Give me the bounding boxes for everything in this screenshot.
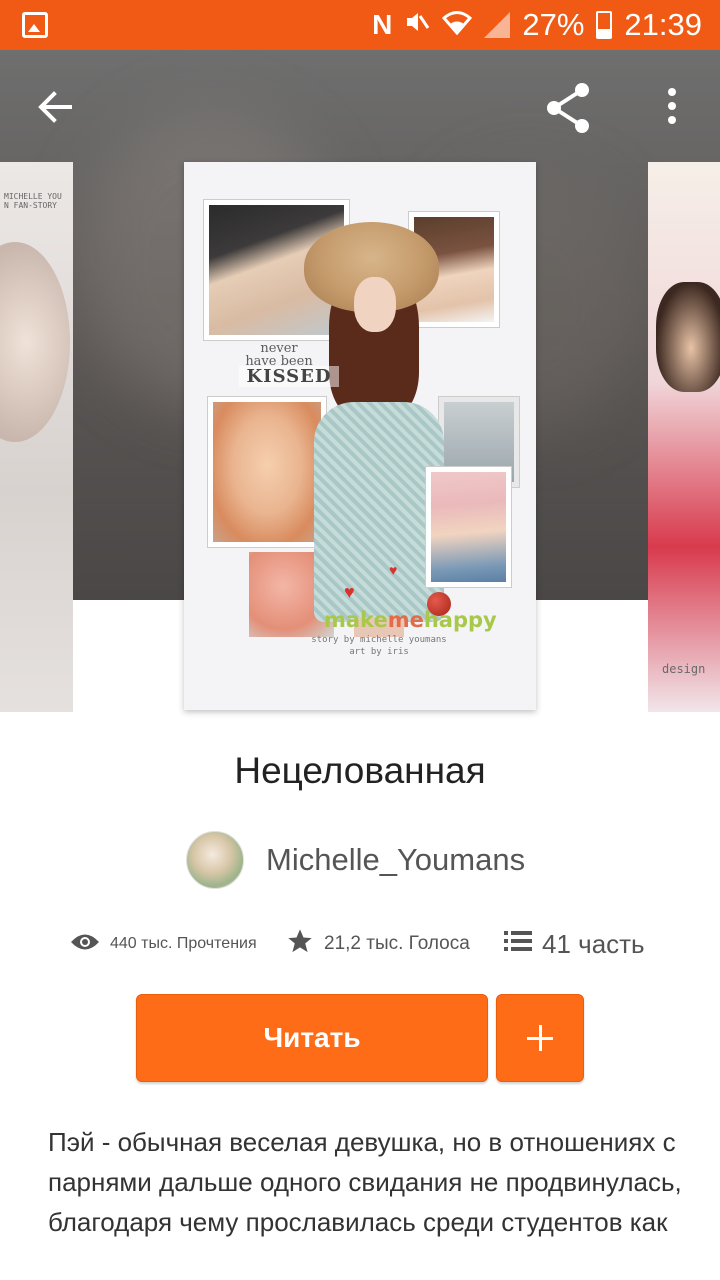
gallery-icon — [22, 12, 48, 38]
cover-credit: story by michelle youmans art by iris — [311, 635, 447, 657]
parts-count: 41 часть — [542, 928, 645, 959]
cover-photo — [426, 467, 511, 587]
read-button[interactable]: Читать — [136, 994, 488, 1082]
avatar[interactable] — [186, 831, 244, 889]
votes-stat: 21,2 тыс. Голоса — [286, 922, 470, 966]
author-name[interactable]: Michelle_Youmans — [266, 842, 525, 878]
back-button[interactable] — [30, 82, 80, 132]
clock: 21:39 — [624, 7, 702, 42]
mute-icon — [404, 9, 430, 42]
cover-figure — [314, 402, 444, 622]
status-right: N 27% 21:39 — [372, 0, 702, 50]
battery-icon — [596, 11, 613, 39]
heart-icon: ♥ — [389, 562, 398, 578]
cover-text: never have been — [245, 341, 313, 369]
cover-text: design — [662, 662, 706, 676]
cover-figure — [354, 277, 396, 332]
signal-icon — [484, 12, 511, 38]
cover-photo — [208, 397, 326, 547]
heart-icon: ♥ — [344, 582, 355, 602]
cover-text: MICHELLE YOU N FAN-STORY — [4, 192, 62, 210]
star-icon — [286, 927, 314, 961]
book-title: Нецелованная — [234, 750, 486, 791]
share-icon — [547, 83, 589, 133]
book-stats: 440 тыс. Прочтения 21,2 тыс. Голоса 41 ч… — [70, 922, 670, 966]
author[interactable]: Michelle_Youmans — [186, 830, 525, 890]
book-cover[interactable]: never have been KISSED ♥ ♥ makemehappy s… — [184, 162, 536, 710]
cover-text: makemehappy — [324, 608, 497, 632]
share-button[interactable] — [540, 80, 596, 136]
book-description: Пэй - обычная веселая девушка, но в отно… — [48, 1127, 682, 1237]
wifi-icon — [442, 9, 473, 42]
add-to-library-button[interactable] — [496, 994, 584, 1082]
cover-photo — [656, 282, 720, 392]
status-bar: N 27% 21:39 — [0, 0, 720, 50]
eye-icon — [70, 931, 100, 958]
battery-percent: 27% — [522, 7, 585, 42]
reads-count: 440 тыс. Прочтения — [110, 935, 257, 952]
arrow-back-icon — [38, 91, 72, 123]
reads-stat: 440 тыс. Прочтения — [70, 922, 257, 966]
next-book-cover[interactable]: design — [648, 162, 720, 712]
cover-text: KISSED — [239, 366, 339, 387]
more-vert-icon — [668, 88, 676, 124]
previous-book-cover[interactable]: MICHELLE YOU N FAN-STORY — [0, 162, 73, 712]
more-options-button[interactable] — [650, 80, 694, 136]
list-icon — [504, 929, 532, 960]
nfc-icon: N — [372, 9, 393, 40]
cover-photo — [0, 242, 70, 442]
parts-stat: 41 часть — [504, 922, 645, 966]
votes-count: 21,2 тыс. Голоса — [324, 933, 470, 954]
